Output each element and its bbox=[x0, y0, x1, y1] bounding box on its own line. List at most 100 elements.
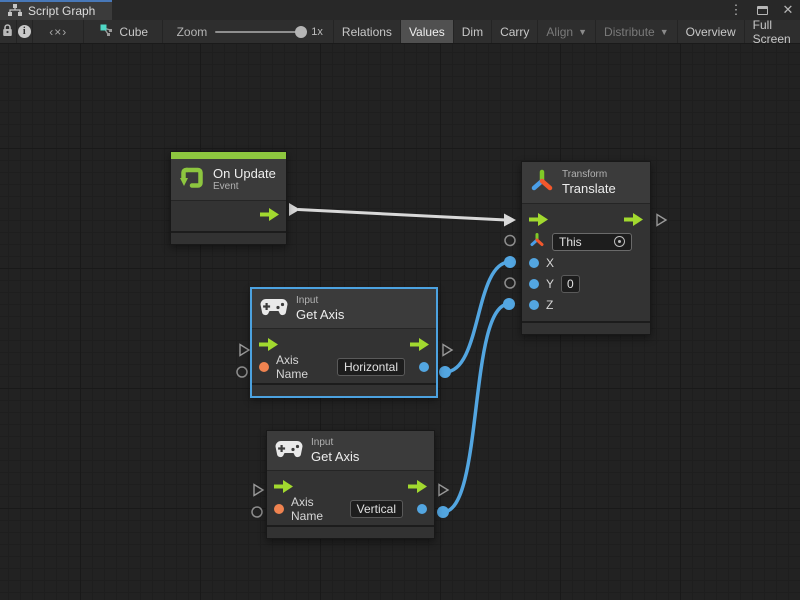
graph-breadcrumb[interactable]: Cube bbox=[84, 20, 162, 43]
node-header: Input Get Axis bbox=[267, 431, 434, 470]
port-flow-in-outer[interactable] bbox=[254, 485, 263, 496]
node-title: Get Axis bbox=[296, 307, 344, 322]
node-title: Translate bbox=[562, 181, 616, 196]
tab-script-graph[interactable]: Script Graph bbox=[0, 0, 112, 20]
fullscreen-button[interactable]: Full Screen bbox=[745, 20, 800, 43]
code-brackets-icon: ‹×› bbox=[49, 25, 67, 39]
chevron-down-icon: ▼ bbox=[660, 27, 669, 37]
port-result[interactable] bbox=[417, 504, 427, 514]
port-flow-out-outer[interactable] bbox=[657, 215, 666, 226]
graph-asset-icon bbox=[100, 24, 113, 40]
gamepad-icon bbox=[275, 440, 303, 461]
zoom-slider-handle[interactable] bbox=[295, 26, 307, 38]
port-axis-name[interactable] bbox=[274, 504, 284, 514]
port-y-outer[interactable] bbox=[505, 278, 515, 288]
flow-output-port[interactable] bbox=[260, 208, 279, 224]
axis-name-label: Axis Name bbox=[291, 495, 343, 523]
align-label: Align bbox=[546, 25, 573, 39]
script-graph-icon bbox=[8, 4, 22, 19]
node-surtitle: Input bbox=[296, 295, 344, 307]
port-axis-name[interactable] bbox=[259, 362, 269, 372]
wire-endpoint bbox=[503, 298, 515, 310]
transform-icon bbox=[530, 168, 554, 197]
event-accent-bar bbox=[171, 152, 286, 159]
port-x[interactable] bbox=[529, 258, 539, 268]
port-flow-in-outer[interactable] bbox=[240, 345, 249, 356]
node-header: On Update Event bbox=[171, 159, 286, 200]
graph-canvas[interactable]: On Update Event Tr bbox=[0, 44, 800, 600]
port-z-label: Z bbox=[546, 298, 553, 312]
window-tab-bar: Script Graph ⋮ ✕ bbox=[0, 0, 800, 20]
control-wire bbox=[298, 210, 506, 221]
node-on-update[interactable]: On Update Event bbox=[170, 151, 287, 245]
flow-input-port[interactable] bbox=[259, 338, 278, 354]
port-flow-out-outer[interactable] bbox=[439, 485, 448, 496]
axis-name-field[interactable]: Horizontal bbox=[337, 358, 405, 376]
port-target-outer[interactable] bbox=[505, 236, 515, 246]
node-footer bbox=[171, 231, 286, 244]
zoom-control: Zoom 1x bbox=[163, 20, 333, 43]
loop-event-icon bbox=[179, 165, 205, 194]
port-result[interactable] bbox=[419, 362, 429, 372]
port-axisname-outer[interactable] bbox=[237, 367, 247, 377]
node-footer bbox=[522, 321, 650, 334]
chevron-down-icon: ▼ bbox=[578, 27, 587, 37]
node-header: Transform Translate bbox=[522, 162, 650, 203]
wire-end-arrow bbox=[504, 214, 516, 227]
node-subtitle: Event bbox=[213, 181, 276, 193]
wire-endpoint bbox=[439, 366, 451, 378]
object-picker-icon[interactable] bbox=[614, 236, 625, 247]
axis-name-label: Axis Name bbox=[276, 353, 330, 381]
target-field-value: This bbox=[559, 235, 582, 249]
carry-button[interactable]: Carry bbox=[492, 20, 538, 43]
port-y-label: Y bbox=[546, 277, 554, 291]
dim-button[interactable]: Dim bbox=[454, 20, 492, 43]
value-wire-horizontal-to-x bbox=[445, 262, 510, 372]
flow-output-port[interactable] bbox=[624, 213, 643, 229]
graph-toolbar: i ‹×› Cube Zoom 1x Relations Values Dim … bbox=[0, 20, 800, 44]
node-title: Get Axis bbox=[311, 449, 359, 464]
node-surtitle: Input bbox=[311, 437, 359, 449]
overview-button[interactable]: Overview bbox=[678, 20, 745, 43]
align-dropdown[interactable]: Align ▼ bbox=[538, 20, 596, 43]
lock-button[interactable] bbox=[0, 20, 17, 43]
port-flow-out-outer[interactable] bbox=[443, 345, 452, 356]
values-button[interactable]: Values bbox=[401, 20, 454, 43]
port-x-label: X bbox=[546, 256, 554, 270]
gamepad-icon bbox=[260, 298, 288, 319]
node-footer bbox=[267, 525, 434, 538]
flow-output-port[interactable] bbox=[410, 338, 429, 354]
node-get-axis-horizontal[interactable]: Input Get Axis Axis Name Horizontal bbox=[251, 288, 437, 397]
edit-source-button[interactable]: ‹×› bbox=[33, 20, 84, 43]
lock-icon bbox=[2, 24, 13, 40]
axis-name-field[interactable]: Vertical bbox=[350, 500, 403, 518]
flow-output-port[interactable] bbox=[408, 480, 427, 496]
port-z[interactable] bbox=[529, 300, 539, 310]
zoom-label: Zoom bbox=[177, 25, 208, 39]
node-footer bbox=[252, 383, 436, 396]
tab-title: Script Graph bbox=[28, 4, 95, 18]
target-field[interactable]: This bbox=[552, 233, 632, 251]
window-menu-icon[interactable]: ⋮ bbox=[728, 2, 744, 18]
wire-endpoint bbox=[437, 506, 449, 518]
y-value-field[interactable]: 0 bbox=[561, 275, 580, 293]
port-axisname-outer[interactable] bbox=[252, 507, 262, 517]
distribute-dropdown[interactable]: Distribute ▼ bbox=[596, 20, 678, 43]
port-y[interactable] bbox=[529, 279, 539, 289]
zoom-slider[interactable] bbox=[215, 31, 303, 33]
zoom-value: 1x bbox=[311, 26, 323, 38]
flow-input-port[interactable] bbox=[529, 213, 548, 229]
window-maximize-icon[interactable] bbox=[754, 2, 770, 18]
window-close-icon[interactable]: ✕ bbox=[780, 2, 796, 18]
node-get-axis-vertical[interactable]: Input Get Axis Axis Name Vertical bbox=[266, 430, 435, 539]
node-header: Input Get Axis bbox=[252, 289, 436, 328]
graph-name: Cube bbox=[119, 25, 148, 39]
info-icon: i bbox=[18, 25, 31, 38]
inspect-button[interactable]: i bbox=[17, 20, 34, 43]
distribute-label: Distribute bbox=[604, 25, 655, 39]
flow-input-port[interactable] bbox=[274, 480, 293, 496]
relations-button[interactable]: Relations bbox=[333, 20, 401, 43]
node-surtitle: Transform bbox=[562, 169, 616, 181]
node-translate[interactable]: Transform Translate bbox=[521, 161, 651, 335]
transform-port-icon[interactable] bbox=[529, 232, 545, 251]
